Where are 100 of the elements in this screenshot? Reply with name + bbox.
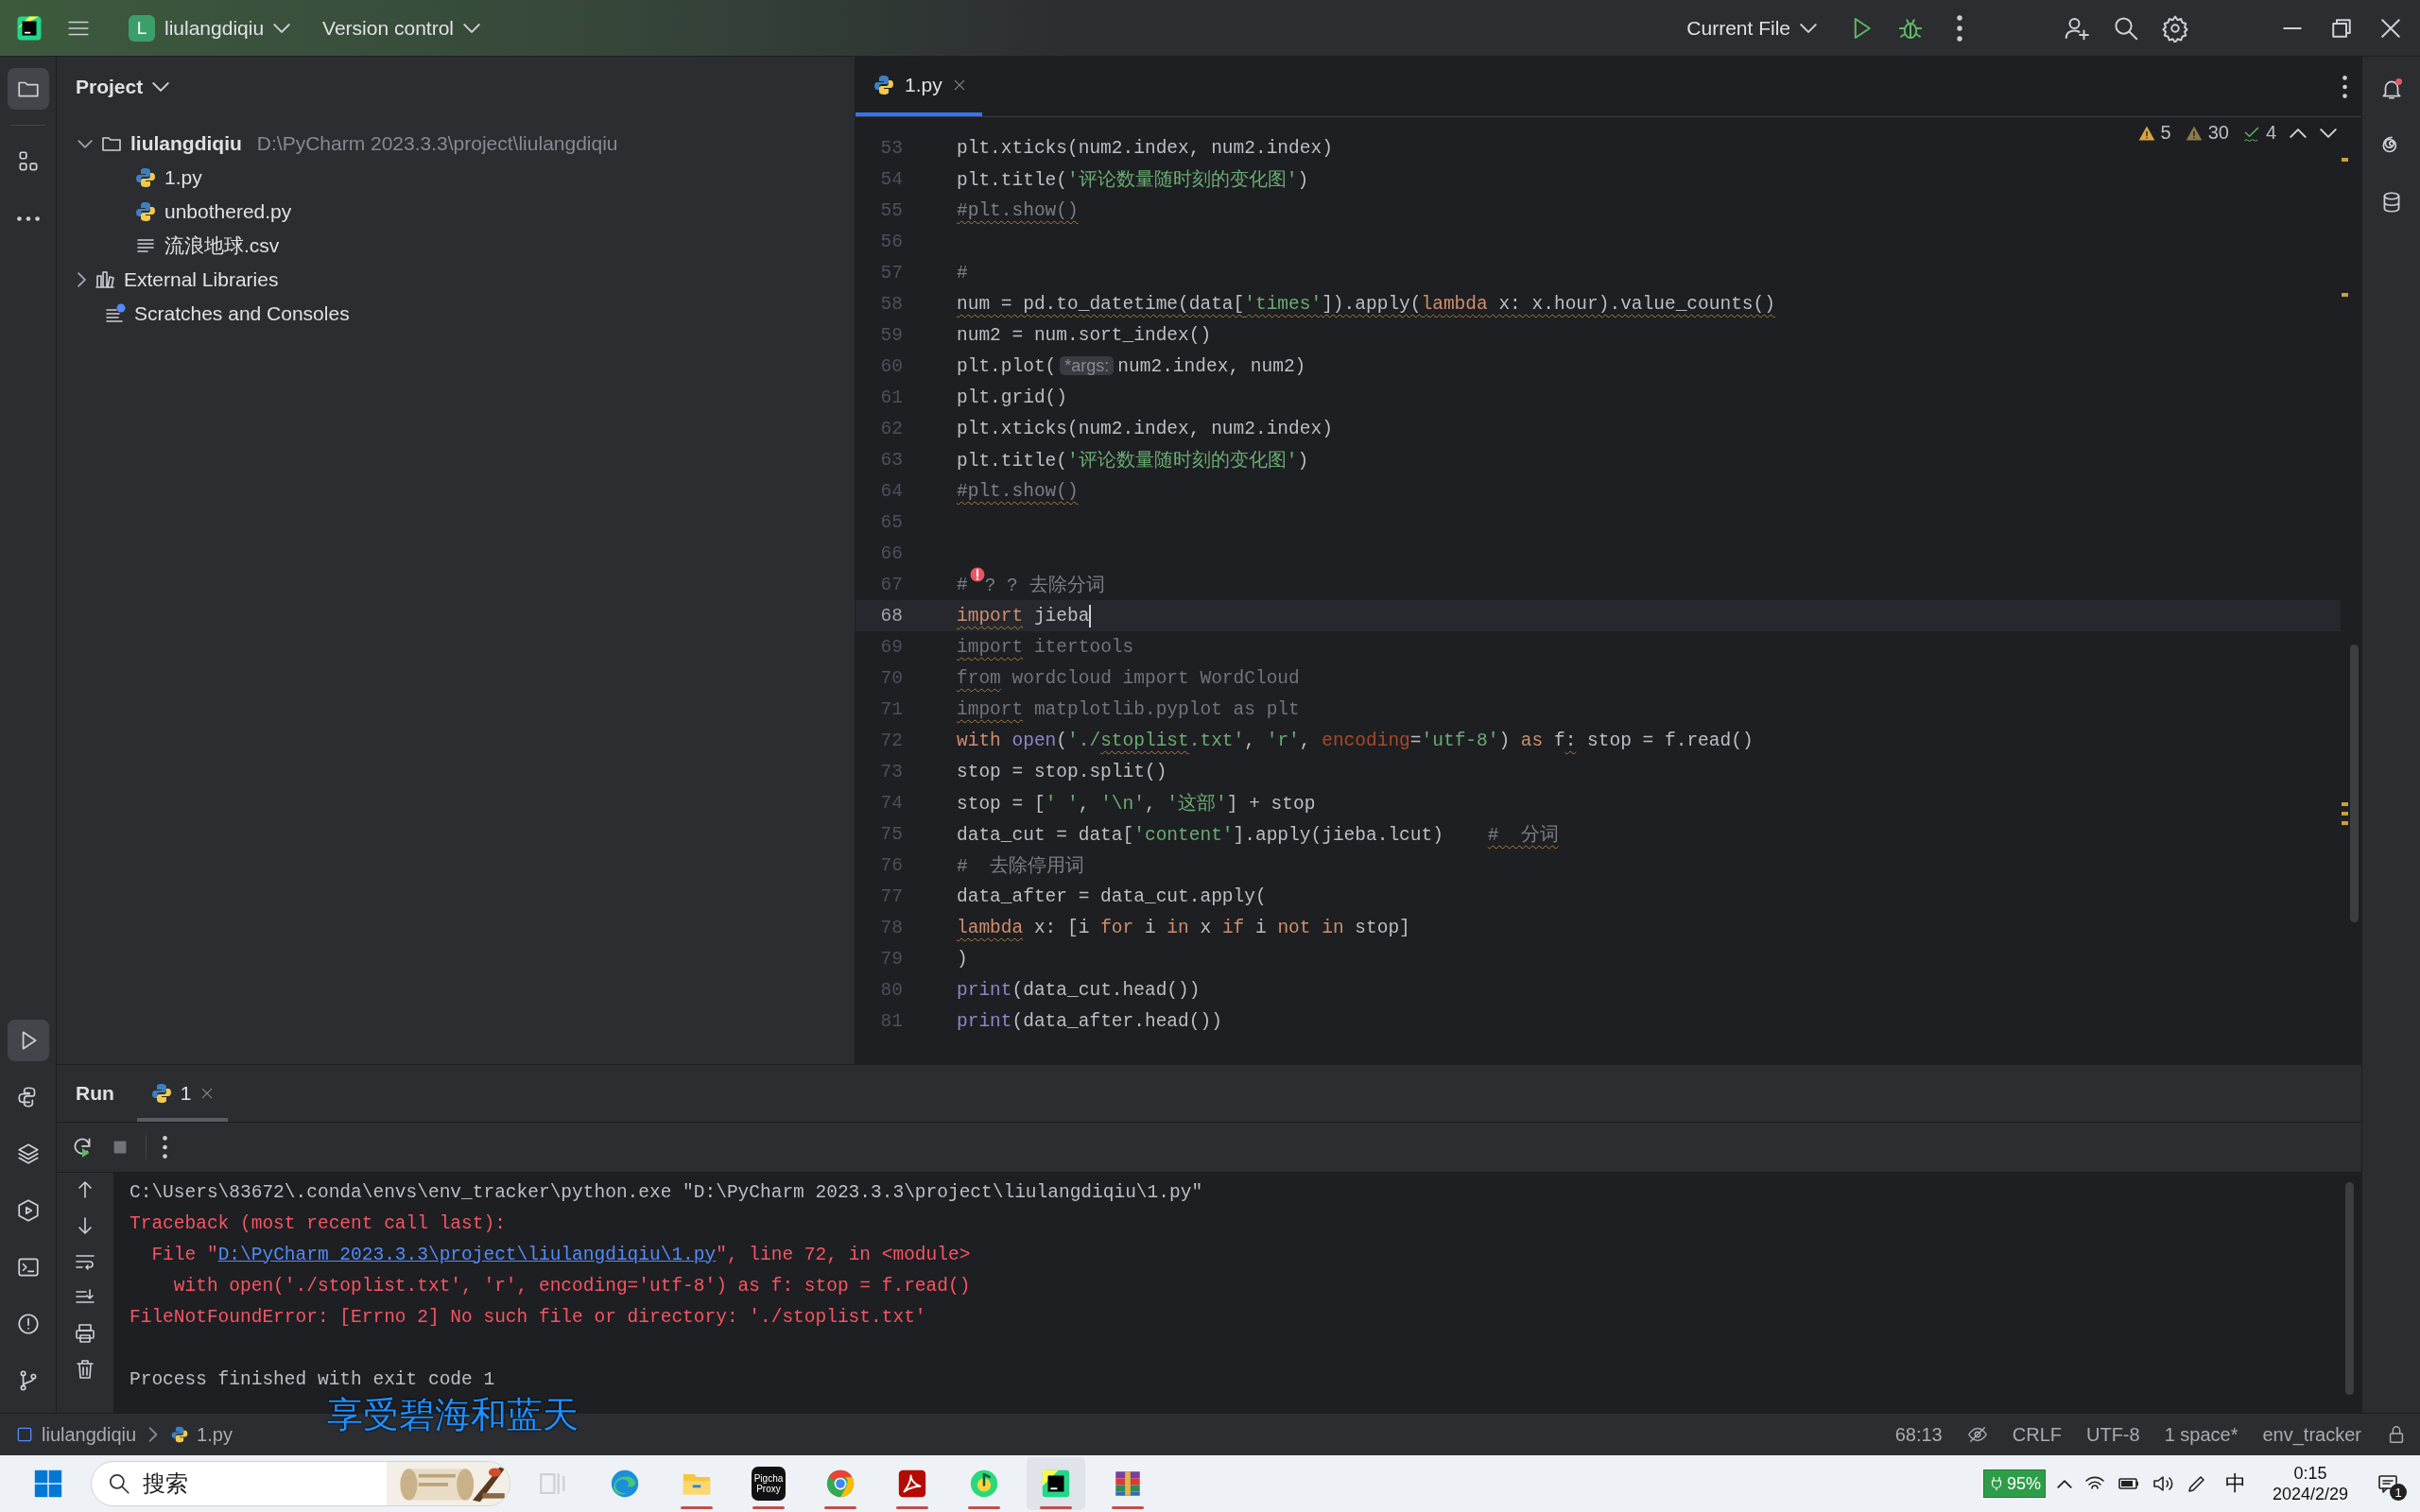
code-line: # bbox=[957, 262, 968, 284]
file-link[interactable]: D:\PyCharm 2023.3.3\project\liulangdiqiu\1.py bbox=[217, 1244, 717, 1265]
python-file-icon bbox=[134, 200, 157, 223]
project-badge: L bbox=[129, 14, 155, 42]
project-switcher[interactable]: L liulangdiqiu bbox=[119, 7, 301, 49]
chevron-up-icon[interactable] bbox=[2056, 1479, 2072, 1488]
desktop-lyric-text: 享受碧海和蓝天 bbox=[327, 1393, 579, 1437]
chevron-down-icon[interactable] bbox=[78, 139, 93, 148]
python-file-icon bbox=[134, 166, 157, 189]
code-line: plt.grid() bbox=[957, 387, 1068, 408]
console-text: FileNotFoundError: [Errno 2] No such file or directory: './stoplist.txt' bbox=[130, 1306, 926, 1328]
python-file-icon bbox=[149, 1082, 173, 1105]
editor-tab[interactable]: 1.py bbox=[856, 57, 982, 116]
python-file-icon bbox=[873, 73, 895, 96]
app-logo: Pigcha Proxy bbox=[752, 1467, 786, 1501]
code-line: ) bbox=[957, 948, 968, 970]
chevron-right-icon[interactable] bbox=[78, 272, 86, 287]
tree-item[interactable]: 流浪地球.csv bbox=[57, 229, 855, 263]
code-line: # 去除停用词 bbox=[957, 854, 1085, 878]
code-line: import matplotlib.pyplot as plt bbox=[957, 698, 1300, 720]
code-line: plt.xticks(num2.index, num2.index) bbox=[957, 418, 1333, 439]
code-line: print(data_cut.head()) bbox=[957, 979, 1201, 1001]
scratches-icon bbox=[104, 302, 127, 325]
browser-icon bbox=[609, 1468, 641, 1500]
code-line: import itertools bbox=[957, 636, 1134, 658]
music-icon bbox=[968, 1468, 1000, 1500]
taskbar-button[interactable]: Pigcha Proxy bbox=[739, 1457, 798, 1510]
panel-title: Run bbox=[76, 1082, 114, 1105]
code-line: num = pd.to_datetime(data['times']).apply(lambda x: x.hour).value_counts() bbox=[957, 293, 1775, 315]
project-view-dropdown[interactable]: Project bbox=[57, 57, 189, 117]
notification-badge: 1 bbox=[2390, 1484, 2407, 1501]
breadcrumb[interactable]: 1.py bbox=[170, 1423, 233, 1446]
hidden-eye-icon[interactable] bbox=[1966, 1424, 1988, 1445]
print-icon[interactable] bbox=[74, 1322, 96, 1345]
line-separator[interactable]: CRLF bbox=[2012, 1423, 2062, 1446]
trash-icon[interactable] bbox=[74, 1358, 96, 1381]
terminal-icon bbox=[15, 1255, 41, 1280]
document-icon bbox=[896, 1468, 928, 1500]
console-text: C:\Users\83672\.conda\envs\env_tracker\python.exe "D:\PyCharm 2023.3.3\project\liulangdiqiu\1.py" bbox=[130, 1181, 1203, 1203]
console-text: Traceback (most recent call last): bbox=[130, 1212, 506, 1234]
more-icon bbox=[15, 215, 41, 222]
inspection-button[interactable]: 4 bbox=[2241, 122, 2276, 144]
python-file-icon bbox=[170, 1425, 190, 1444]
settings-icon[interactable] bbox=[2161, 13, 2189, 43]
tree-item[interactable]: Scratches and Consoles bbox=[57, 297, 855, 331]
caret-position[interactable]: 68:13 bbox=[1894, 1423, 1943, 1446]
line-number: 68 bbox=[879, 605, 903, 627]
run-config-button[interactable]: Current File bbox=[1677, 7, 1826, 49]
inspection-button[interactable]: 30 bbox=[2184, 122, 2229, 144]
more-icon[interactable] bbox=[162, 1135, 168, 1160]
problems-icon bbox=[15, 1312, 41, 1336]
code-line: #plt.show() bbox=[957, 480, 1079, 502]
indent-setting[interactable]: 1 space* bbox=[2164, 1423, 2238, 1446]
search-icon bbox=[107, 1471, 131, 1496]
interpreter[interactable]: env_tracker bbox=[2262, 1423, 2361, 1446]
code-line: data_after = data_cut.apply( bbox=[957, 885, 1267, 907]
code-line: lambda x: [i for i in x if i not in stop] bbox=[957, 917, 1410, 938]
search-input[interactable]: 搜索 bbox=[131, 1469, 387, 1498]
scrollbar[interactable] bbox=[2345, 1182, 2354, 1395]
code-line: print(data_after.head()) bbox=[957, 1010, 1222, 1032]
run-tab[interactable]: 1 bbox=[136, 1065, 228, 1122]
inspection-button[interactable]: 5 bbox=[2136, 122, 2171, 144]
clock[interactable]: 0:15 2024/2/29 bbox=[2262, 1463, 2358, 1504]
code-line: with open('./stoplist.txt', 'r', encoding='utf-8') as f: stop = f.read() bbox=[957, 730, 1754, 751]
code-line: data_cut = data['content'].apply(jieba.lcut) # 分词 bbox=[957, 824, 1559, 847]
tree-item[interactable]: External Libraries bbox=[57, 263, 855, 297]
file-encoding[interactable]: UTF-8 bbox=[2086, 1423, 2140, 1446]
tree-item[interactable]: liulangdiqiu D:\PyCharm 2023.3.3\project\liulangdiqiu bbox=[57, 127, 855, 161]
code-line: import jieba bbox=[957, 605, 1090, 627]
text-cursor bbox=[1089, 604, 1092, 627]
module-icon bbox=[15, 1425, 34, 1444]
tool-window-button[interactable] bbox=[7, 68, 49, 110]
console-text: Process finished with exit code 1 bbox=[130, 1368, 495, 1390]
input-method[interactable]: 中 bbox=[2219, 1469, 2252, 1498]
code-line: stop = [' ', '\n', '这部'] + stop bbox=[957, 792, 1316, 816]
code-line: plt.plot( *args: num2.index, num2) bbox=[957, 355, 1306, 377]
search-box[interactable]: 搜索 bbox=[91, 1461, 510, 1506]
tree-item[interactable]: unbothered.py bbox=[57, 195, 855, 229]
code-line: ? ? 去除分词 bbox=[984, 574, 1105, 597]
path-hint: D:\PyCharm 2023.3.3\project\liulangdiqiu bbox=[256, 132, 618, 155]
code-line: #plt.show() bbox=[957, 199, 1079, 221]
vcs-button[interactable]: Version control bbox=[313, 7, 490, 49]
scrollbar[interactable] bbox=[2350, 644, 2359, 922]
code-line: # bbox=[957, 574, 968, 595]
library-icon bbox=[94, 268, 116, 291]
code-line: plt.title('评论数量随时刻的变化图') bbox=[957, 168, 1309, 192]
tool-window-button[interactable] bbox=[7, 1020, 49, 1061]
breadcrumb[interactable]: liulangdiqiu bbox=[15, 1423, 137, 1446]
taskbar-button[interactable] bbox=[1027, 1457, 1085, 1510]
console-text: with open('./stoplist.txt', 'r', encoding='utf-8') as f: stop = f.read() bbox=[172, 1275, 971, 1297]
tree-item[interactable]: 1.py bbox=[57, 161, 855, 195]
ide-icon bbox=[1040, 1468, 1072, 1500]
console-text: ", line 72, in <module> bbox=[716, 1244, 971, 1265]
code-line: plt.title('评论数量随时刻的变化图') bbox=[957, 449, 1309, 472]
console-text: File " bbox=[150, 1244, 218, 1265]
code-line: num2 = num.sort_index() bbox=[957, 324, 1212, 346]
browser-icon bbox=[824, 1468, 856, 1500]
services-icon bbox=[15, 1198, 41, 1223]
notification-button[interactable]: 1 bbox=[2369, 1465, 2407, 1503]
more-icon[interactable] bbox=[2342, 74, 2348, 99]
